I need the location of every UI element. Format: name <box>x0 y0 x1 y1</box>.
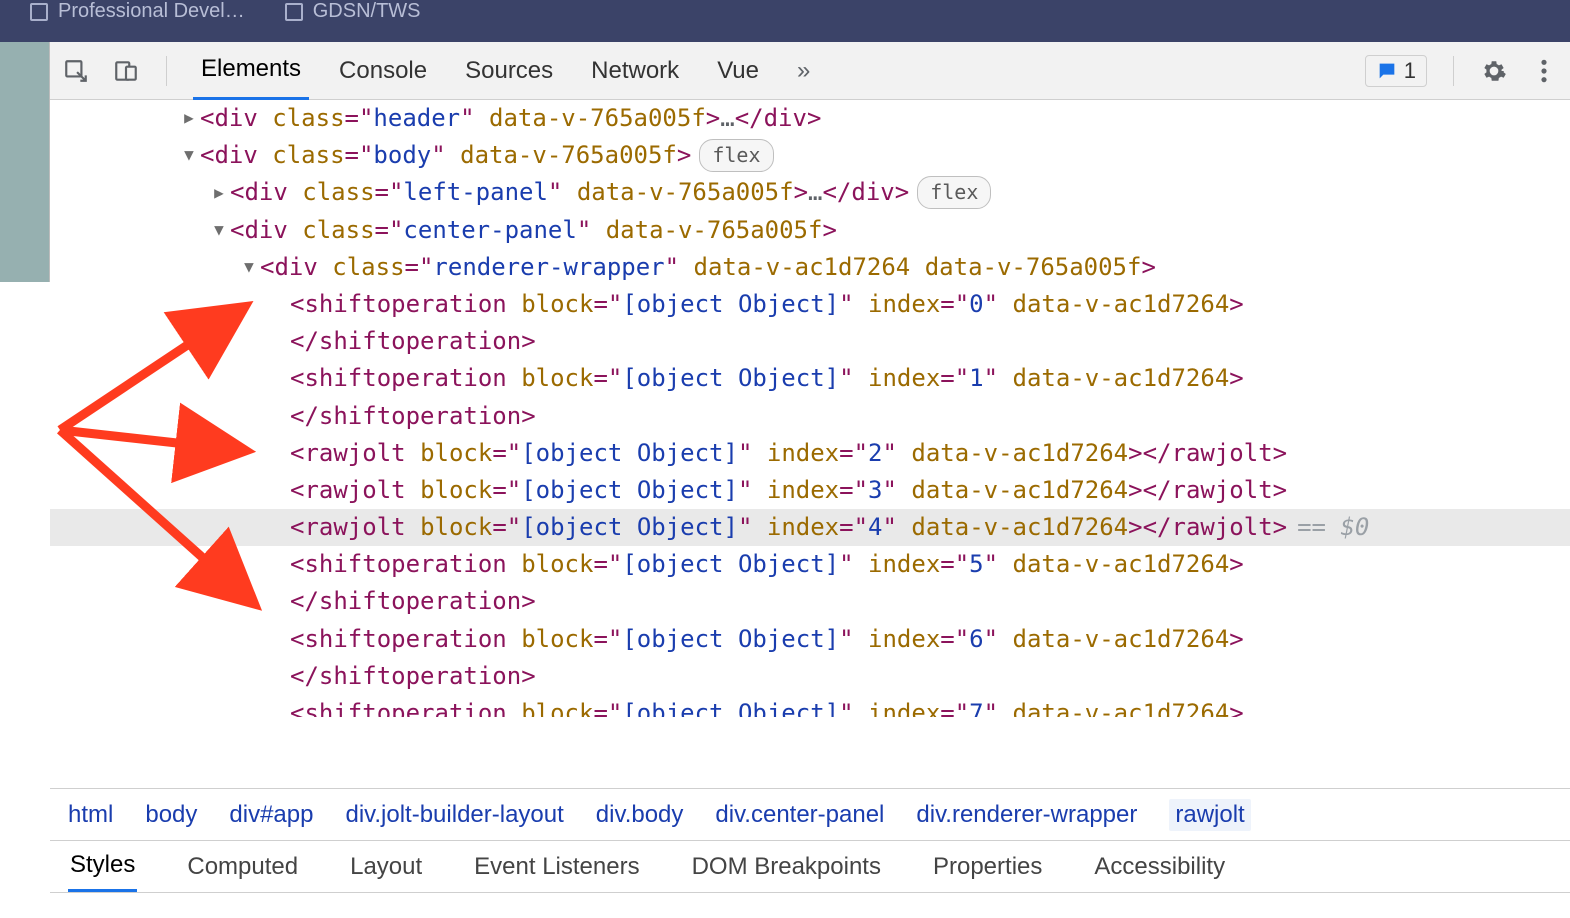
dom-node-row[interactable]: <rawjolt block="[object Object]" index="… <box>50 435 1570 472</box>
expand-down-icon[interactable]: ▼ <box>240 255 258 280</box>
dom-node-row[interactable]: </shiftoperation> <box>50 398 1570 435</box>
dom-node-code: </shiftoperation> <box>290 398 536 435</box>
dom-node-row[interactable]: ▼<div class="renderer-wrapper" data-v-ac… <box>50 249 1570 286</box>
dom-node-row[interactable]: <shiftoperation block="[object Object]" … <box>50 695 1570 717</box>
bookmark-label: GDSN/TWS <box>313 0 421 23</box>
browser-bookmarks-bar: Professional Devel… GDSN/TWS <box>0 0 1570 42</box>
dom-node-row[interactable]: <shiftoperation block="[object Object]" … <box>50 546 1570 583</box>
dom-node-row[interactable]: </shiftoperation> <box>50 583 1570 620</box>
dom-node-row[interactable]: <shiftoperation block="[object Object]" … <box>50 360 1570 397</box>
page-icon <box>285 3 303 21</box>
tab-layout[interactable]: Layout <box>348 843 424 891</box>
tabs-overflow-icon[interactable]: » <box>789 57 818 85</box>
dom-node-row[interactable]: <shiftoperation block="[object Object]" … <box>50 621 1570 658</box>
tab-dom-breakpoints[interactable]: DOM Breakpoints <box>690 843 883 891</box>
breadcrumb-item[interactable]: html <box>68 801 113 829</box>
breadcrumb-item-selected[interactable]: rawjolt <box>1169 799 1250 831</box>
breadcrumb-item[interactable]: div.renderer-wrapper <box>916 801 1137 829</box>
expand-right-icon[interactable]: ▶ <box>180 106 198 131</box>
breadcrumb-item[interactable]: div.body <box>596 801 684 829</box>
breadcrumb-item[interactable]: div.center-panel <box>715 801 884 829</box>
dom-node-row[interactable]: </shiftoperation> <box>50 658 1570 695</box>
dom-node-code: <rawjolt block="[object Object]" index="… <box>290 435 1287 472</box>
dom-node-code: <div class="center-panel" data-v-765a005… <box>230 212 837 249</box>
more-icon[interactable] <box>1530 57 1558 85</box>
breadcrumb-item[interactable]: div#app <box>229 801 313 829</box>
dom-node-row[interactable]: ▼<div class="center-panel" data-v-765a00… <box>50 212 1570 249</box>
tab-styles[interactable]: Styles <box>68 841 137 892</box>
dom-node-code: <rawjolt block="[object Object]" index="… <box>290 472 1287 509</box>
dom-node-code: <shiftoperation block="[object Object]" … <box>290 621 1244 658</box>
inspect-element-icon[interactable] <box>62 57 90 85</box>
dom-node-row[interactable]: ▶<div class="left-panel" data-v-765a005f… <box>50 174 1570 211</box>
tab-properties[interactable]: Properties <box>931 843 1044 891</box>
elements-tree[interactable]: ▶<div class="header" data-v-765a005f>…</… <box>50 100 1570 788</box>
page-icon <box>30 3 48 21</box>
dom-node-code: <div class="header" data-v-765a005f>…</d… <box>200 100 821 137</box>
tab-console[interactable]: Console <box>331 43 435 99</box>
tab-sources[interactable]: Sources <box>457 43 561 99</box>
devtools-toolbar: Elements Console Sources Network Vue » 1 <box>50 42 1570 100</box>
tab-vue[interactable]: Vue <box>709 43 767 99</box>
separator <box>166 56 167 86</box>
dom-node-code: <shiftoperation block="[object Object]" … <box>290 546 1244 583</box>
tab-accessibility[interactable]: Accessibility <box>1092 843 1227 891</box>
tab-elements[interactable]: Elements <box>193 41 309 100</box>
breadcrumb: html body div#app div.jolt-builder-layou… <box>50 788 1570 840</box>
breadcrumb-item[interactable]: body <box>145 801 197 829</box>
dom-node-code: <shiftoperation block="[object Object]" … <box>290 695 1244 717</box>
dom-node-code: <div class="body" data-v-765a005f> <box>200 137 691 174</box>
settings-icon[interactable] <box>1480 57 1508 85</box>
page-left-strip <box>0 42 50 282</box>
tab-computed[interactable]: Computed <box>185 843 300 891</box>
dom-node-code: <shiftoperation block="[object Object]" … <box>290 286 1244 323</box>
messages-button[interactable]: 1 <box>1365 55 1427 87</box>
dom-node-code: </shiftoperation> <box>290 658 536 695</box>
dom-node-code: <div class="renderer-wrapper" data-v-ac1… <box>260 249 1156 286</box>
expand-right-icon[interactable]: ▶ <box>210 181 228 206</box>
dom-node-code: <shiftoperation block="[object Object]" … <box>290 360 1244 397</box>
dom-node-code: </shiftoperation> <box>290 583 536 620</box>
expand-down-icon[interactable]: ▼ <box>180 143 198 168</box>
dom-node-code: <div class="left-panel" data-v-765a005f>… <box>230 174 909 211</box>
dom-node-row[interactable]: ▶<div class="header" data-v-765a005f>…</… <box>50 100 1570 137</box>
dom-node-code: </shiftoperation> <box>290 323 536 360</box>
separator <box>1453 56 1454 86</box>
expand-down-icon[interactable]: ▼ <box>210 218 228 243</box>
flex-badge[interactable]: flex <box>699 139 773 172</box>
tab-network[interactable]: Network <box>583 43 687 99</box>
selection-indicator: == $0 <box>1297 509 1369 546</box>
flex-badge[interactable]: flex <box>917 176 991 209</box>
dom-node-code: <rawjolt block="[object Object]" index="… <box>290 509 1287 546</box>
dom-node-row[interactable]: <rawjolt block="[object Object]" index="… <box>50 472 1570 509</box>
dom-node-row[interactable]: <shiftoperation block="[object Object]" … <box>50 286 1570 323</box>
breadcrumb-item[interactable]: div.jolt-builder-layout <box>345 801 563 829</box>
bookmark-item[interactable]: Professional Devel… <box>30 0 245 23</box>
dom-node-row[interactable]: <rawjolt block="[object Object]" index="… <box>50 509 1570 546</box>
message-icon <box>1376 60 1398 82</box>
bookmark-item[interactable]: GDSN/TWS <box>285 0 421 23</box>
bookmark-label: Professional Devel… <box>58 0 245 23</box>
styles-tabs: Styles Computed Layout Event Listeners D… <box>50 840 1570 892</box>
dom-node-row[interactable]: ▼<div class="body" data-v-765a005f>flex <box>50 137 1570 174</box>
tab-event-listeners[interactable]: Event Listeners <box>472 843 641 891</box>
bottom-strip <box>50 892 1570 918</box>
device-toolbar-icon[interactable] <box>112 57 140 85</box>
dom-node-row[interactable]: </shiftoperation> <box>50 323 1570 360</box>
message-count: 1 <box>1404 58 1416 84</box>
